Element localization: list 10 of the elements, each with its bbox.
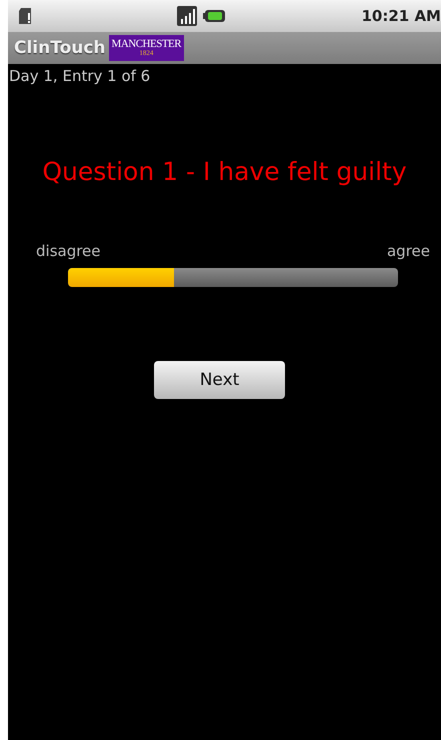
app-title: ClinTouch [14,38,106,58]
max-label: agree [386,242,430,260]
question-text: Question 1 - I have felt guilty [41,157,408,186]
min-label: disagree [36,242,101,260]
clock: 10:21 AM [361,7,441,25]
sd-card-warning-icon [18,6,34,26]
signal-icon [176,6,197,26]
answer-slider[interactable] [68,268,398,287]
next-button[interactable]: Next [154,361,285,399]
entry-progress-text: Day 1, Entry 1 of 6 [8,66,152,85]
